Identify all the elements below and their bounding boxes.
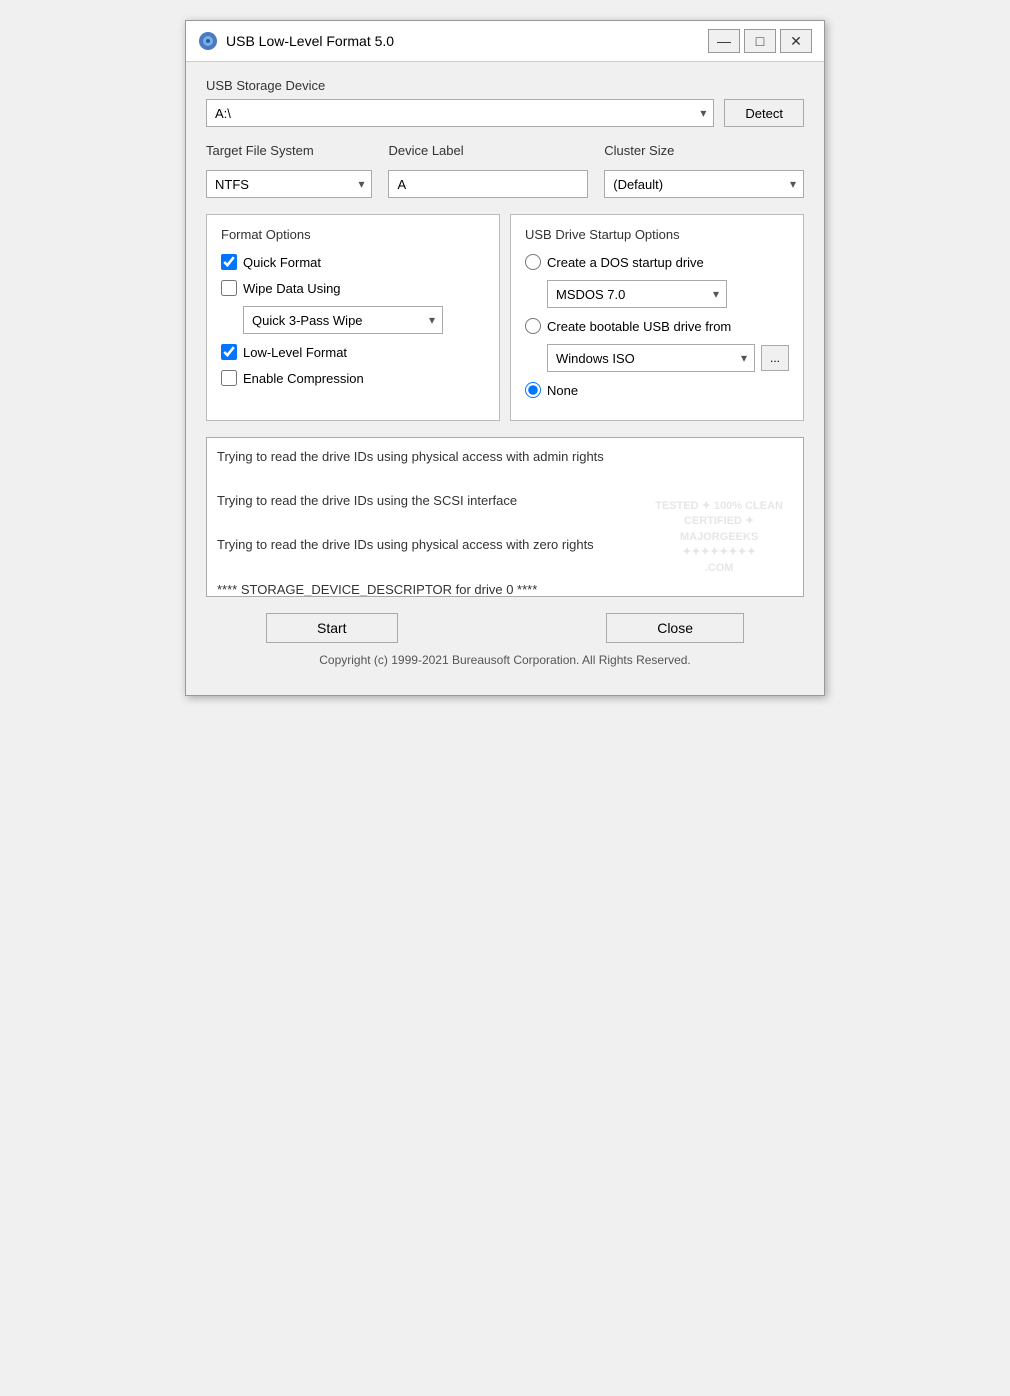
minimize-button[interactable]: — xyxy=(708,29,740,53)
bootable-usb-label: Create bootable USB drive from xyxy=(547,319,731,334)
iso-type-select[interactable]: Windows ISO Linux ISO xyxy=(547,344,755,372)
log-line-6: **** STORAGE_DEVICE_DESCRIPTOR for drive… xyxy=(217,579,793,597)
log-area[interactable]: Trying to read the drive IDs using physi… xyxy=(206,437,804,597)
device-label-label: Device Label xyxy=(388,143,588,158)
enable-compression-item[interactable]: Enable Compression xyxy=(221,370,485,386)
wipe-data-item[interactable]: Wipe Data Using xyxy=(221,280,485,296)
dos-version-select-wrapper: MSDOS 7.0 MSDOS 6.22 FreeDOS xyxy=(547,280,727,308)
low-level-format-checkbox[interactable] xyxy=(221,344,237,360)
dos-startup-label: Create a DOS startup drive xyxy=(547,255,704,270)
wipe-method-select[interactable]: Quick 3-Pass Wipe DoD 5220.22-M Gutmann xyxy=(243,306,443,334)
detect-button[interactable]: Detect xyxy=(724,99,804,127)
title-bar: USB Low-Level Format 5.0 — □ ✕ xyxy=(186,21,824,62)
format-options-panel: Format Options Quick Format Wipe Data Us… xyxy=(206,214,500,421)
filesystem-select-wrapper: NTFS FAT32 FAT exFAT xyxy=(206,170,372,198)
quick-format-checkbox[interactable] xyxy=(221,254,237,270)
startup-options-panel: USB Drive Startup Options Create a DOS s… xyxy=(510,214,804,421)
cluster-size-label: Cluster Size xyxy=(604,143,804,158)
log-line-4: Trying to read the drive IDs using physi… xyxy=(217,534,793,556)
close-button[interactable]: ✕ xyxy=(780,29,812,53)
drive-section-label: USB Storage Device xyxy=(206,78,804,93)
log-line-0: Trying to read the drive IDs using physi… xyxy=(217,446,793,468)
log-line-1 xyxy=(217,468,793,490)
panels-row: Format Options Quick Format Wipe Data Us… xyxy=(206,214,804,421)
enable-compression-checkbox[interactable] xyxy=(221,370,237,386)
low-level-format-item[interactable]: Low-Level Format xyxy=(221,344,485,360)
cluster-size-select[interactable]: (Default) 512 1024 2048 4096 xyxy=(604,170,804,198)
title-bar-controls: — □ ✕ xyxy=(708,29,812,53)
wipe-data-label: Wipe Data Using xyxy=(243,281,341,296)
title-bar-left: USB Low-Level Format 5.0 xyxy=(198,31,394,51)
drive-select[interactable]: A:\ xyxy=(206,99,714,127)
cluster-size-group: Cluster Size (Default) 512 1024 2048 409… xyxy=(604,143,804,198)
quick-format-item[interactable]: Quick Format xyxy=(221,254,485,270)
dos-version-wrapper: MSDOS 7.0 MSDOS 6.22 FreeDOS xyxy=(547,280,789,308)
filesystem-select[interactable]: NTFS FAT32 FAT exFAT xyxy=(206,170,372,198)
none-label: None xyxy=(547,383,578,398)
copyright: Copyright (c) 1999-2021 Bureausoft Corpo… xyxy=(206,653,804,679)
log-line-5 xyxy=(217,556,793,578)
startup-options-title: USB Drive Startup Options xyxy=(525,227,789,242)
main-content: USB Storage Device A:\ Detect Target Fil… xyxy=(186,62,824,695)
bootable-usb-item[interactable]: Create bootable USB drive from xyxy=(525,318,789,334)
window-title: USB Low-Level Format 5.0 xyxy=(226,33,394,49)
app-close-button[interactable]: Close xyxy=(606,613,744,643)
bootable-usb-radio[interactable] xyxy=(525,318,541,334)
dos-startup-item[interactable]: Create a DOS startup drive xyxy=(525,254,789,270)
low-level-format-label: Low-Level Format xyxy=(243,345,347,360)
device-label-group: Device Label xyxy=(388,143,588,198)
enable-compression-label: Enable Compression xyxy=(243,371,364,386)
wipe-method-select-wrapper: Quick 3-Pass Wipe DoD 5220.22-M Gutmann xyxy=(243,306,443,334)
log-line-2: Trying to read the drive IDs using the S… xyxy=(217,490,793,512)
none-radio[interactable] xyxy=(525,382,541,398)
browse-button[interactable]: ... xyxy=(761,345,789,371)
iso-type-select-wrapper: Windows ISO Linux ISO xyxy=(547,344,755,372)
options-row: Target File System NTFS FAT32 FAT exFAT … xyxy=(206,143,804,198)
wipe-data-checkbox[interactable] xyxy=(221,280,237,296)
dos-version-select[interactable]: MSDOS 7.0 MSDOS 6.22 FreeDOS xyxy=(547,280,727,308)
filesystem-label: Target File System xyxy=(206,143,372,158)
bottom-buttons: Start Close xyxy=(206,613,804,643)
main-window: USB Low-Level Format 5.0 — □ ✕ USB Stora… xyxy=(185,20,825,696)
quick-format-label: Quick Format xyxy=(243,255,321,270)
log-line-3 xyxy=(217,512,793,534)
bootable-row: Windows ISO Linux ISO ... xyxy=(547,344,789,372)
app-icon xyxy=(198,31,218,51)
drive-select-wrapper: A:\ xyxy=(206,99,714,127)
start-button[interactable]: Start xyxy=(266,613,398,643)
drive-row: A:\ Detect xyxy=(206,99,804,127)
wipe-method-wrapper: Quick 3-Pass Wipe DoD 5220.22-M Gutmann xyxy=(243,306,485,334)
format-options-title: Format Options xyxy=(221,227,485,242)
none-item[interactable]: None xyxy=(525,382,789,398)
maximize-button[interactable]: □ xyxy=(744,29,776,53)
dos-startup-radio[interactable] xyxy=(525,254,541,270)
filesystem-group: Target File System NTFS FAT32 FAT exFAT xyxy=(206,143,372,198)
cluster-size-select-wrapper: (Default) 512 1024 2048 4096 xyxy=(604,170,804,198)
device-label-input[interactable] xyxy=(388,170,588,198)
